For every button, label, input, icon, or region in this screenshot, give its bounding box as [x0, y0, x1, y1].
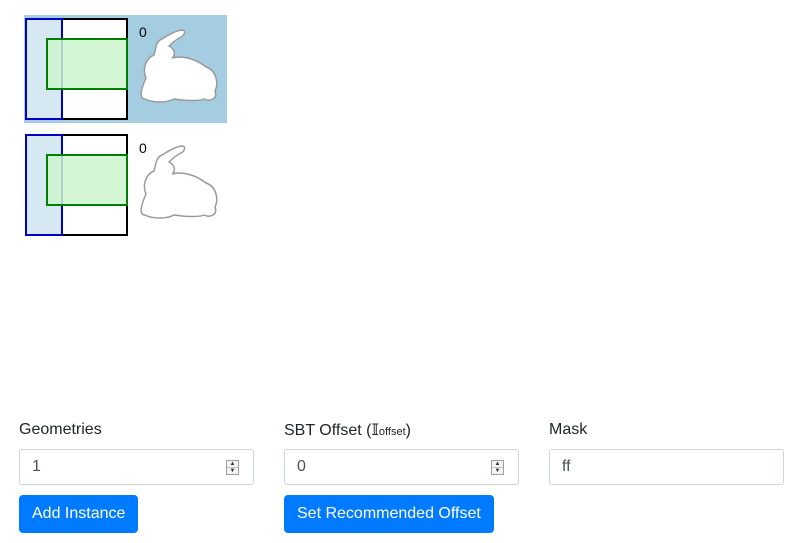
- geometries-label: Geometries: [19, 421, 102, 438]
- sbt-offset-value: 0: [297, 458, 306, 475]
- instance-card-1[interactable]: 0: [24, 131, 227, 239]
- mask-value: ff: [562, 458, 571, 475]
- instance-index: 0: [139, 24, 147, 40]
- sbt-offset-input[interactable]: 0 ▲ ▼: [284, 449, 519, 485]
- instance-card-0[interactable]: 0: [24, 15, 227, 123]
- geometries-input[interactable]: 1 ▲ ▼: [19, 449, 254, 485]
- sbt-offset-label-prefix: SBT Offset (: [284, 422, 372, 439]
- mask-label: Mask: [549, 421, 588, 438]
- sbt-offset-symbol: 𝕀: [371, 420, 379, 439]
- aabb-box: [46, 154, 128, 206]
- mask-input[interactable]: ff: [549, 449, 784, 485]
- add-instance-button[interactable]: Add Instance: [19, 495, 139, 533]
- sbt-offset-stepper[interactable]: ▲ ▼: [491, 460, 504, 475]
- bunny-icon: [140, 29, 218, 103]
- geometries-stepper[interactable]: ▲ ▼: [226, 460, 239, 475]
- geometries-value: 1: [32, 458, 41, 475]
- instance-diagram: [25, 134, 218, 236]
- aabb-box: [46, 38, 128, 90]
- instance-diagram: [25, 18, 218, 120]
- sbt-offset-label: SBT Offset (𝕀offset): [284, 422, 411, 439]
- stepper-down-icon[interactable]: ▼: [227, 467, 238, 474]
- bunny-icon: [140, 145, 218, 219]
- instance-index: 0: [139, 140, 147, 156]
- stepper-down-icon[interactable]: ▼: [492, 467, 503, 474]
- sbt-offset-subscript: offset: [378, 426, 406, 438]
- set-recommended-offset-button[interactable]: Set Recommended Offset: [284, 495, 494, 533]
- sbt-offset-label-suffix: ): [405, 422, 411, 439]
